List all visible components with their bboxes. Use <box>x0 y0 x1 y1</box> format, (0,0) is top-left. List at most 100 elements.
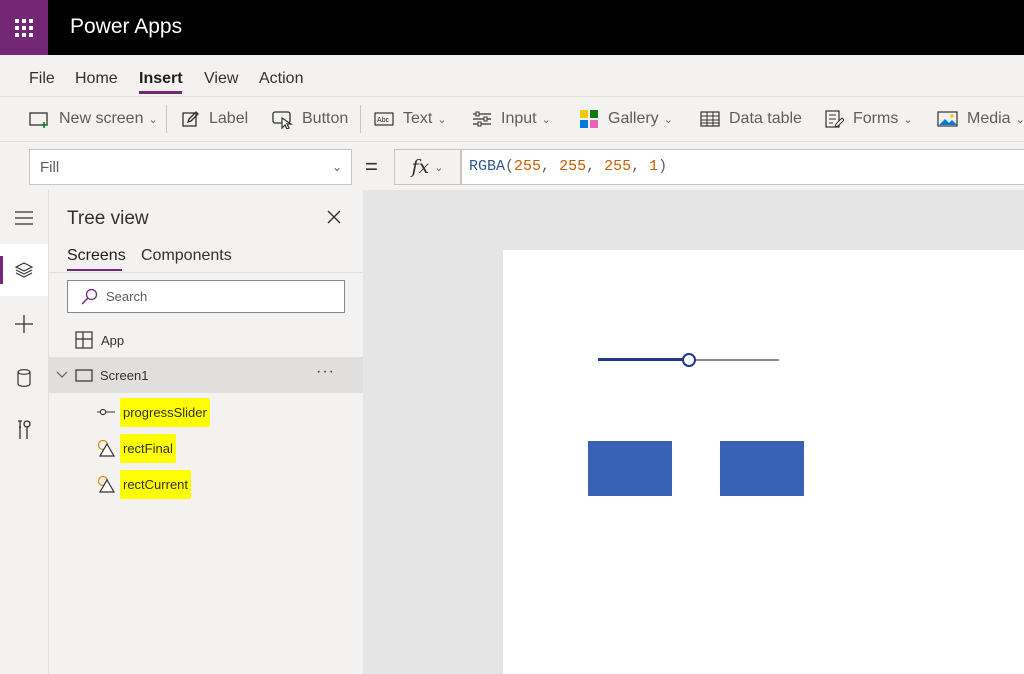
formula-paren-close: ) <box>658 158 668 175</box>
forms-icon <box>825 109 844 128</box>
gallery-label: Gallery <box>608 110 659 127</box>
tree-item-app[interactable]: App <box>49 322 363 358</box>
input-dropdown-button[interactable]: Input ⌄ <box>472 97 551 141</box>
equals-sign: = <box>365 154 378 179</box>
slider-icon <box>97 408 115 416</box>
shapes-icon <box>97 439 116 457</box>
menu-file[interactable]: File <box>29 70 55 88</box>
menu-bar: File Home Insert View Action <box>0 55 1024 96</box>
new-screen-icon <box>29 111 48 128</box>
slider-thumb[interactable] <box>682 353 696 367</box>
chevron-down-icon: ⌄ <box>434 161 444 174</box>
app-launcher-button[interactable] <box>0 0 48 55</box>
data-table-icon <box>700 111 720 127</box>
tree-item-screen1[interactable]: Screen1 ··· <box>49 357 363 393</box>
forms-dropdown-button[interactable]: Forms ⌄ <box>825 97 913 141</box>
progress-slider[interactable] <box>598 350 779 370</box>
tree-item-label: Screen1 <box>100 367 149 383</box>
active-menu-indicator <box>139 91 182 94</box>
tree-item-progress-slider[interactable]: progressSlider <box>49 394 363 430</box>
toolbar-divider <box>166 105 167 133</box>
chevron-down-icon: ⌄ <box>1015 113 1024 126</box>
input-label: Input <box>501 110 537 127</box>
chevron-down-icon: ⌄ <box>437 113 447 126</box>
formula-input[interactable]: RGBA(255, 255, 255, 1) <box>461 149 1024 185</box>
property-dropdown[interactable]: Fill ⌄ <box>29 149 352 185</box>
waffle-icon <box>15 18 33 37</box>
text-dropdown-button[interactable]: Abc Text ⌄ <box>374 97 447 141</box>
formula-comma: , <box>586 158 605 175</box>
insert-toolbar: New screen ⌄ Label Button Abc Text ⌄ Input… <box>0 96 1024 141</box>
close-button[interactable] <box>325 208 343 226</box>
tools-icon <box>18 420 31 439</box>
database-icon <box>17 369 31 387</box>
formula-bar: Fill ⌄ = fx ⌄ RGBA(255, 255, 255, 1) <box>0 141 1024 190</box>
tree-view-panel: Tree view Screens Components Search App … <box>49 190 363 674</box>
media-label: Media <box>967 110 1011 127</box>
property-value: Fill <box>40 159 60 176</box>
input-controls-icon <box>473 111 491 127</box>
media-icon <box>937 111 958 127</box>
left-rail <box>0 190 49 674</box>
hamburger-menu-button[interactable] <box>0 192 48 244</box>
chevron-down-icon: ⌄ <box>541 113 551 126</box>
forms-label: Forms <box>853 110 899 127</box>
formula-paren-open: ( <box>505 158 515 175</box>
button-label: Button <box>302 110 349 127</box>
menu-action[interactable]: Action <box>259 70 303 88</box>
new-screen-label: New screen <box>59 110 144 127</box>
menu-view[interactable]: View <box>204 70 238 88</box>
tree-item-label: rectCurrent <box>120 469 192 499</box>
text-input-icon: Abc <box>374 112 394 126</box>
tree-view-title: Tree view <box>67 208 149 229</box>
layers-icon <box>15 261 33 278</box>
new-screen-button[interactable]: New screen ⌄ <box>29 97 158 141</box>
tree-view-button[interactable] <box>0 244 48 296</box>
app-header: Power Apps <box>0 0 1024 55</box>
data-rail-button[interactable] <box>0 352 48 404</box>
more-options-button[interactable]: ··· <box>316 363 335 381</box>
tree-item-label: rectFinal <box>120 433 176 463</box>
formula-arg-blue: 255 <box>604 158 632 175</box>
tab-screens[interactable]: Screens <box>67 247 126 265</box>
screen-icon <box>75 368 93 382</box>
app-icon <box>75 331 93 349</box>
label-icon <box>182 111 199 127</box>
chevron-down-icon: ⌄ <box>331 160 342 174</box>
formula-arg-green: 255 <box>559 158 587 175</box>
tree-item-label: App <box>101 332 125 348</box>
gallery-icon <box>580 110 598 128</box>
formula-comma: , <box>541 158 560 175</box>
function-button[interactable]: fx ⌄ <box>394 149 461 185</box>
insert-rail-button[interactable] <box>0 298 48 350</box>
menu-home[interactable]: Home <box>75 70 118 88</box>
rect-current-shape[interactable] <box>720 441 804 496</box>
formula-comma: , <box>631 158 650 175</box>
data-table-button[interactable]: Data table <box>700 97 802 141</box>
button-icon <box>272 110 293 129</box>
fx-icon: fx <box>411 156 430 178</box>
rail-active-indicator <box>0 256 3 284</box>
data-table-label: Data table <box>729 110 802 127</box>
search-input[interactable]: Search <box>67 280 345 313</box>
advanced-tools-rail-button[interactable] <box>0 404 48 456</box>
app-screen[interactable] <box>503 250 1024 674</box>
search-icon <box>81 288 98 305</box>
rect-final-shape[interactable] <box>588 441 672 496</box>
active-tab-indicator <box>67 269 122 271</box>
close-icon <box>327 210 341 224</box>
search-placeholder: Search <box>106 289 148 304</box>
shapes-icon <box>97 475 116 493</box>
gallery-dropdown-button[interactable]: Gallery ⌄ <box>579 97 673 141</box>
plus-icon <box>15 315 33 333</box>
menu-insert[interactable]: Insert <box>139 70 183 88</box>
tab-components[interactable]: Components <box>141 247 232 265</box>
tree-item-rect-current[interactable]: rectCurrent <box>49 466 363 502</box>
label-button[interactable]: Label <box>182 97 248 141</box>
button-button[interactable]: Button <box>272 97 348 141</box>
tree-item-label: progressSlider <box>120 397 210 427</box>
toolbar-divider <box>360 105 361 133</box>
tree-item-rect-final[interactable]: rectFinal <box>49 430 363 466</box>
app-title: Power Apps <box>70 15 183 38</box>
media-dropdown-button[interactable]: Media ⌄ <box>937 97 1024 141</box>
